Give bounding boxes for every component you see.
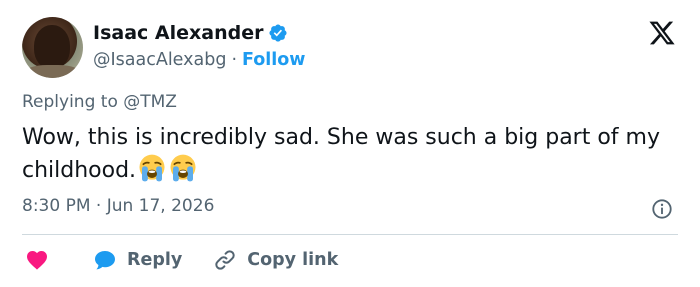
avatar[interactable]: [22, 17, 83, 78]
divider: [22, 234, 678, 235]
verified-badge-icon: [269, 24, 288, 42]
reply-label: Reply: [127, 250, 183, 270]
avatar-shirt: [24, 65, 81, 78]
author-handle-row: @IsaacAlexabg · Follow: [93, 48, 305, 72]
info-icon[interactable]: [651, 198, 673, 220]
loudly-crying-face-icon: [139, 154, 165, 182]
loudly-crying-face-icon: [170, 154, 196, 182]
tweet-text: Wow, this is incredibly sad. She was suc…: [22, 122, 682, 186]
author-handle[interactable]: @IsaacAlexabg: [93, 50, 226, 70]
copy-link-label: Copy link: [247, 250, 339, 270]
copy-link-button[interactable]: Copy link: [213, 248, 338, 272]
heart-icon: [27, 251, 47, 270]
replying-to-label: Replying to: [22, 92, 118, 112]
reply-bubble-icon: [95, 251, 115, 270]
link-icon: [215, 250, 235, 270]
author-display-name[interactable]: Isaac Alexander: [93, 22, 263, 44]
replying-to-line: Replying to @TMZ: [22, 92, 177, 112]
handle-separator: ·: [231, 50, 238, 70]
author-name-row: Isaac Alexander: [93, 19, 288, 47]
tweet-body: Wow, this is incredibly sad. She was suc…: [22, 125, 660, 183]
action-bar: Reply Copy link: [22, 246, 338, 274]
replying-to-handle[interactable]: @TMZ: [123, 92, 177, 112]
tweet-timestamp[interactable]: 8:30 PM · Jun 17, 2026: [22, 196, 214, 216]
like-button[interactable]: [25, 248, 49, 272]
reply-button[interactable]: Reply: [93, 248, 182, 272]
avatar-face: [34, 25, 70, 69]
x-logo-icon[interactable]: [648, 19, 676, 47]
follow-button[interactable]: Follow: [242, 50, 305, 70]
